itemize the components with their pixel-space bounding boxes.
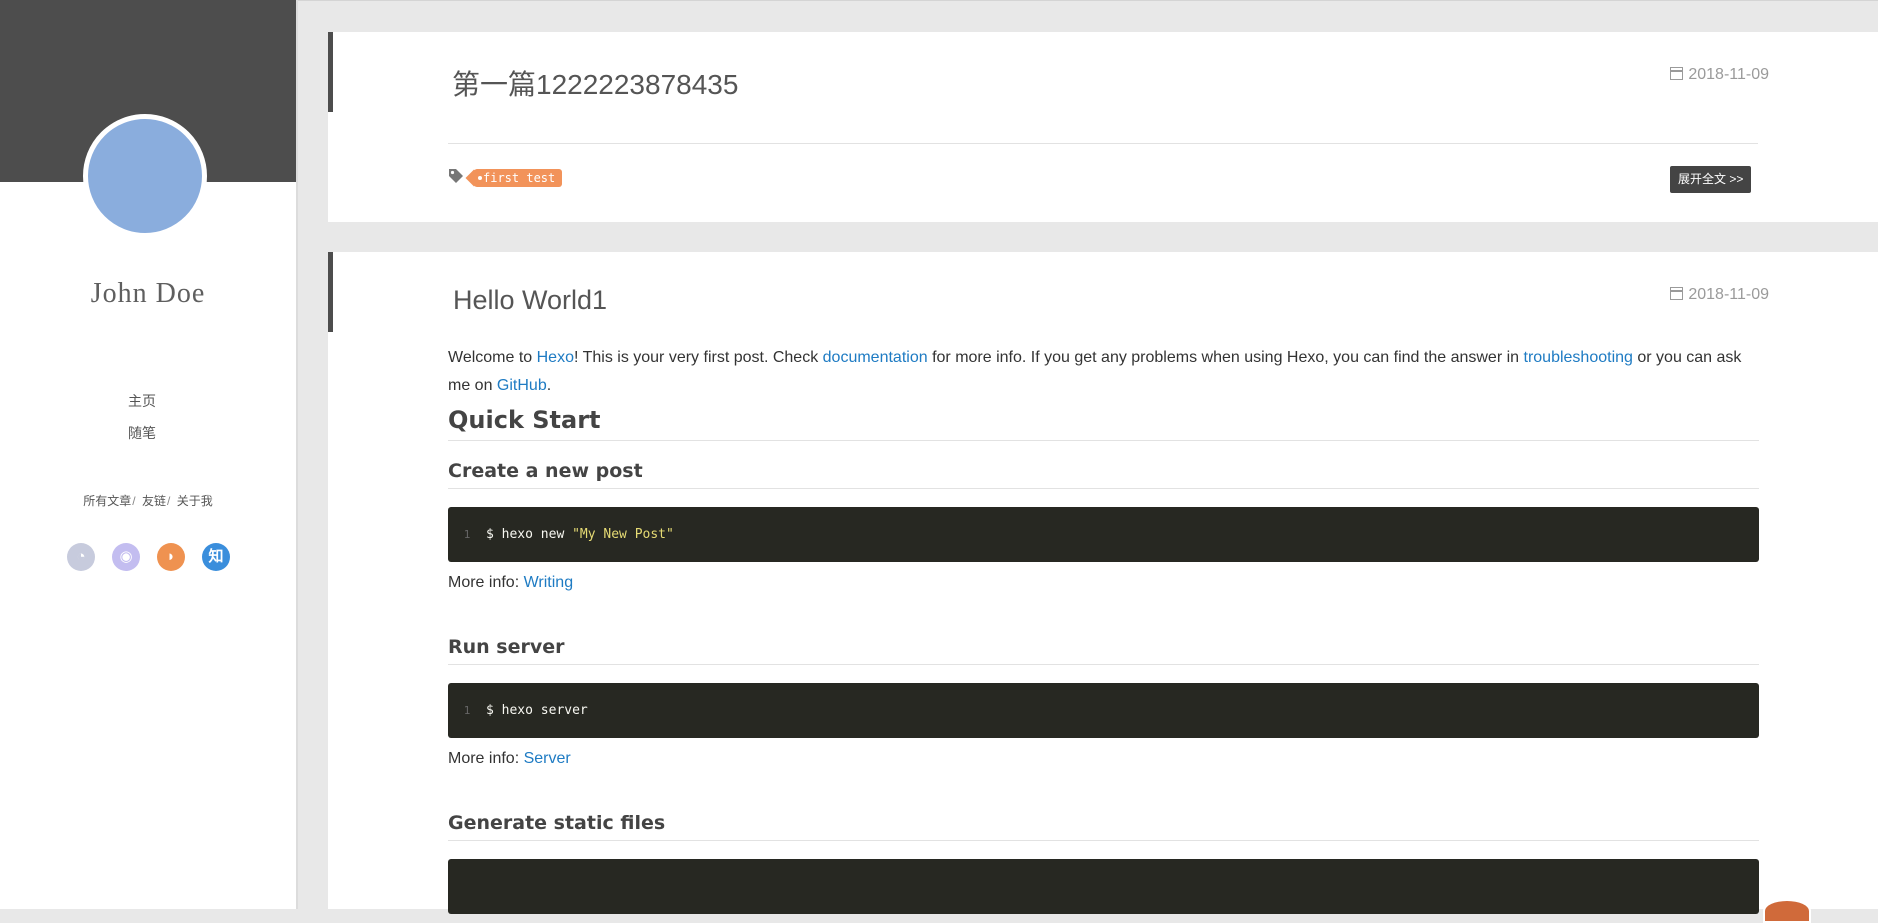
more-info-label: More info:	[448, 574, 524, 591]
read-more-button[interactable]: 展开全文 >>	[1670, 166, 1752, 193]
link-writing[interactable]: Writing	[524, 574, 574, 591]
code-command: $ hexo server	[486, 703, 588, 718]
sidebar-sublinks: 所有文章/ 友链/ 关于我	[0, 492, 296, 509]
post-title[interactable]: Hello World1	[453, 285, 607, 316]
link-friends[interactable]: 友链	[142, 494, 166, 508]
post-date: 2018-11-09	[1670, 286, 1769, 304]
social-links: ◔ ◉ ◗ 知	[67, 543, 230, 571]
more-info: More info: Writing	[448, 573, 573, 593]
code-block	[448, 859, 1759, 914]
link-troubleshooting[interactable]: troubleshooting	[1524, 349, 1633, 366]
heading-create-post: Create a new post	[448, 460, 1759, 489]
nav-item-home[interactable]: 主页	[0, 390, 284, 422]
post-accent-bar	[328, 32, 333, 112]
tag-badge[interactable]: first test	[474, 169, 563, 187]
divider	[448, 143, 1758, 144]
nav-item-essays[interactable]: 随笔	[0, 422, 284, 454]
code-block: 1 $ hexo new "My New Post"	[448, 507, 1759, 562]
code-string: "My New Post"	[572, 527, 674, 542]
line-number: 1	[463, 528, 471, 541]
post-title[interactable]: 第一篇1222223878435	[452, 63, 738, 103]
zhihu-icon[interactable]: 知	[202, 543, 230, 571]
floating-widget[interactable]	[1763, 899, 1811, 923]
intro-text: .	[546, 377, 552, 394]
link-all-posts[interactable]: 所有文章	[83, 494, 131, 508]
post-content: Welcome to Hexo! This is your very first…	[448, 344, 1759, 914]
link-server[interactable]: Server	[524, 750, 571, 767]
post-card: 第一篇1222223878435 2018-11-09 first test 展…	[328, 32, 1878, 222]
tag-icon	[449, 169, 463, 183]
github-icon[interactable]: ◔	[67, 543, 95, 571]
heading-quick-start: Quick Start	[448, 406, 1759, 441]
link-documentation[interactable]: documentation	[823, 349, 928, 366]
intro-paragraph: Welcome to Hexo! This is your very first…	[448, 344, 1759, 400]
post-date: 2018-11-09	[1670, 66, 1769, 84]
link-about-me[interactable]: 关于我	[177, 494, 213, 508]
sidebar: John Doe 主页 随笔 所有文章/ 友链/ 关于我 ◔ ◉ ◗ 知	[0, 0, 298, 909]
intro-text: for more info. If you get any problems w…	[927, 349, 1524, 366]
rss-icon[interactable]: ◗	[157, 543, 185, 571]
heading-generate-static: Generate static files	[448, 812, 1759, 841]
link-github[interactable]: GitHub	[497, 377, 547, 394]
avatar[interactable]	[83, 114, 207, 238]
post-date-text: 2018-11-09	[1688, 286, 1769, 303]
line-number: 1	[463, 704, 471, 717]
separator: /	[167, 494, 171, 508]
intro-text: Welcome to	[448, 349, 537, 366]
weibo-icon[interactable]: ◉	[112, 543, 140, 571]
post-date-text: 2018-11-09	[1688, 66, 1769, 83]
calendar-icon	[1670, 287, 1684, 300]
link-hexo[interactable]: Hexo	[537, 349, 574, 366]
code-command: $ hexo new	[486, 527, 573, 542]
separator: /	[132, 494, 136, 508]
calendar-icon	[1670, 67, 1684, 80]
intro-text: ! This is your very first post. Check	[573, 349, 823, 366]
sidebar-nav: 主页 随笔	[0, 390, 284, 454]
more-info: More info: Server	[448, 749, 571, 769]
heading-run-server: Run server	[448, 636, 1759, 665]
post-card: Hello World1 2018-11-09 Welcome to Hexo!…	[328, 252, 1878, 914]
sidebar-border	[296, 0, 298, 909]
more-info-label: More info:	[448, 750, 524, 767]
code-block: 1 $ hexo server	[448, 683, 1759, 738]
author-name: John Doe	[90, 278, 206, 309]
post-accent-bar	[328, 252, 333, 332]
